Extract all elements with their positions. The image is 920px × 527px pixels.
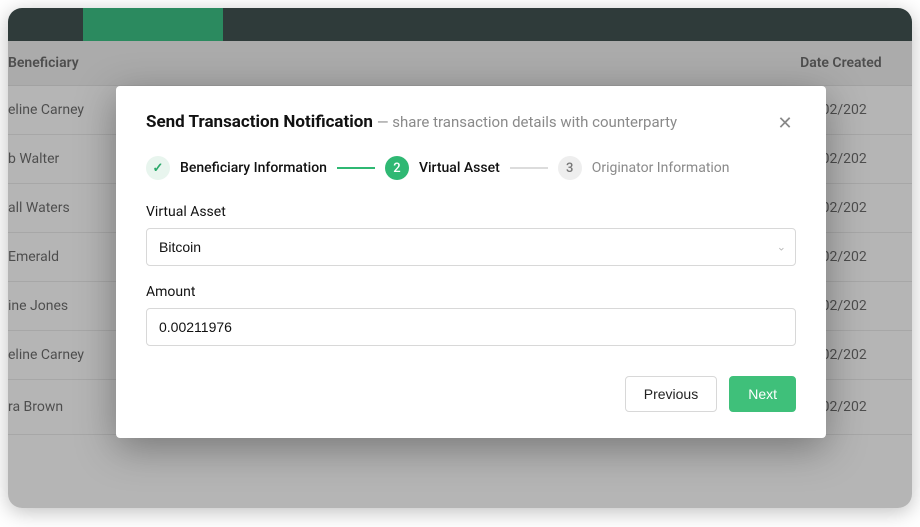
send-transaction-modal: Send Transaction Notification — share tr… [116,86,826,438]
col-empty-5 [689,41,791,86]
check-icon: ✓ [146,156,170,180]
step-virtual-asset[interactable]: 2 Virtual Asset [385,156,500,180]
col-empty-4 [516,41,689,86]
step-label: Originator Information [592,160,730,176]
modal-actions: Previous Next [146,376,796,412]
step-connector [337,167,375,169]
step-number: 2 [385,156,409,180]
next-button[interactable]: Next [729,376,796,412]
step-label: Beneficiary Information [180,160,327,176]
virtual-asset-label: Virtual Asset [146,204,796,220]
table-header-row: Beneficiary Date Created [8,41,912,86]
modal-header: Send Transaction Notification — share tr… [146,112,796,134]
close-icon[interactable]: ✕ [774,112,796,134]
virtual-asset-value[interactable] [146,228,796,266]
previous-button[interactable]: Previous [625,376,717,412]
col-date-created[interactable]: Date Created [790,41,912,86]
virtual-asset-select[interactable]: ⌄ [146,228,796,266]
step-originator-information[interactable]: 3 Originator Information [558,156,730,180]
step-label: Virtual Asset [419,160,500,176]
step-beneficiary-information[interactable]: ✓ Beneficiary Information [146,156,327,180]
amount-input[interactable] [146,308,796,346]
active-tab-indicator [83,8,223,41]
modal-title-group: Send Transaction Notification — share tr… [146,112,677,132]
step-connector [510,167,548,169]
col-beneficiary[interactable]: Beneficiary [8,41,150,86]
amount-label: Amount [146,284,796,300]
modal-subtitle: — share transaction details with counter… [377,113,677,131]
virtual-asset-field: Virtual Asset ⌄ [146,204,796,266]
app-header [8,8,912,41]
step-number: 3 [558,156,582,180]
app-frame: Beneficiary Date Created eline Carney14/… [8,8,912,508]
col-empty-3 [323,41,516,86]
col-empty-2 [150,41,323,86]
modal-title: Send Transaction Notification [146,112,373,132]
stepper: ✓ Beneficiary Information 2 Virtual Asse… [146,156,796,180]
amount-field: Amount [146,284,796,346]
